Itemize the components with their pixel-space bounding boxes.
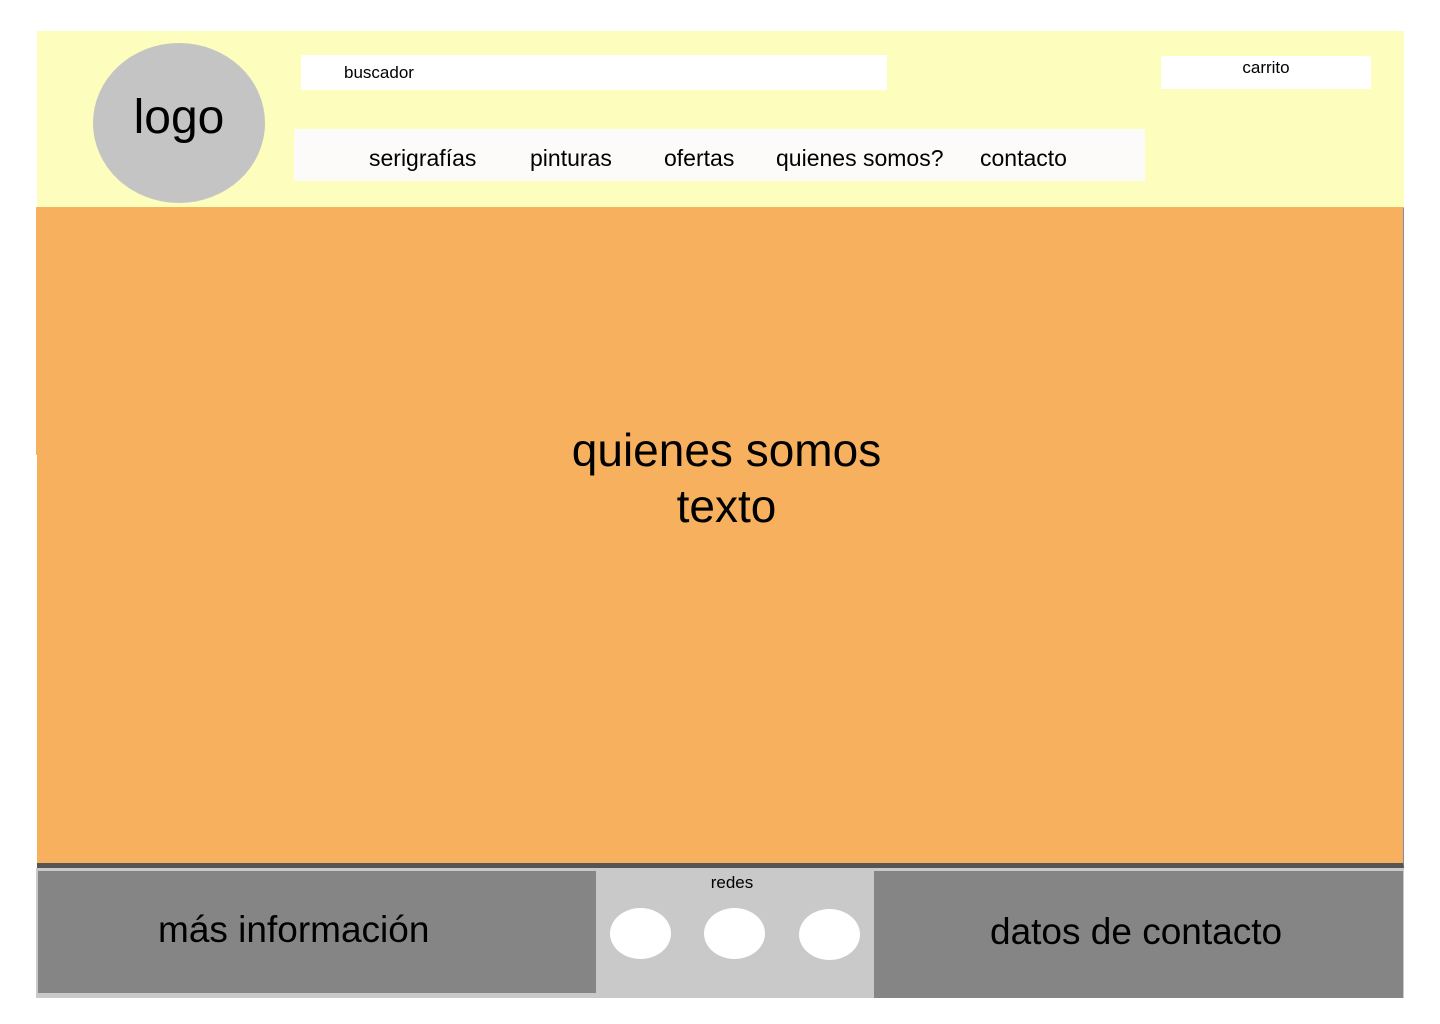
about-body: texto	[676, 480, 777, 532]
social-link-2[interactable]	[704, 908, 765, 959]
logo-text: logo	[133, 90, 225, 144]
page: logo carrito serigrafías pinturas oferta…	[0, 0, 1440, 1024]
about-section: quienes somos texto	[37, 422, 1416, 534]
contact-info[interactable]: datos de contacto	[874, 871, 1403, 998]
main-nav: serigrafías pinturas ofertas quienes som…	[294, 129, 1145, 181]
nav-item-ofertas[interactable]: ofertas	[664, 145, 734, 172]
social-label: redes	[710, 873, 754, 892]
search-input[interactable]	[301, 55, 887, 90]
more-info-link[interactable]: más información	[38, 871, 596, 993]
nav-item-pinturas[interactable]: pinturas	[530, 145, 612, 172]
logo[interactable]: logo	[93, 43, 265, 203]
contact-label: datos de contacto	[990, 911, 1283, 952]
main-content: quienes somos texto	[37, 208, 1404, 868]
nav-item-contacto[interactable]: contacto	[980, 145, 1067, 172]
nav-item-serigrafias[interactable]: serigrafías	[369, 145, 476, 172]
about-title: quienes somos	[571, 424, 882, 476]
more-info-label: más información	[158, 909, 430, 950]
cart-label: carrito	[1242, 58, 1290, 77]
nav-item-quienes-somos[interactable]: quienes somos?	[776, 145, 944, 172]
cart-button[interactable]: carrito	[1161, 56, 1371, 89]
social-link-3[interactable]	[799, 909, 860, 960]
social-link-1[interactable]	[610, 908, 671, 959]
social-section: redes	[596, 868, 874, 998]
